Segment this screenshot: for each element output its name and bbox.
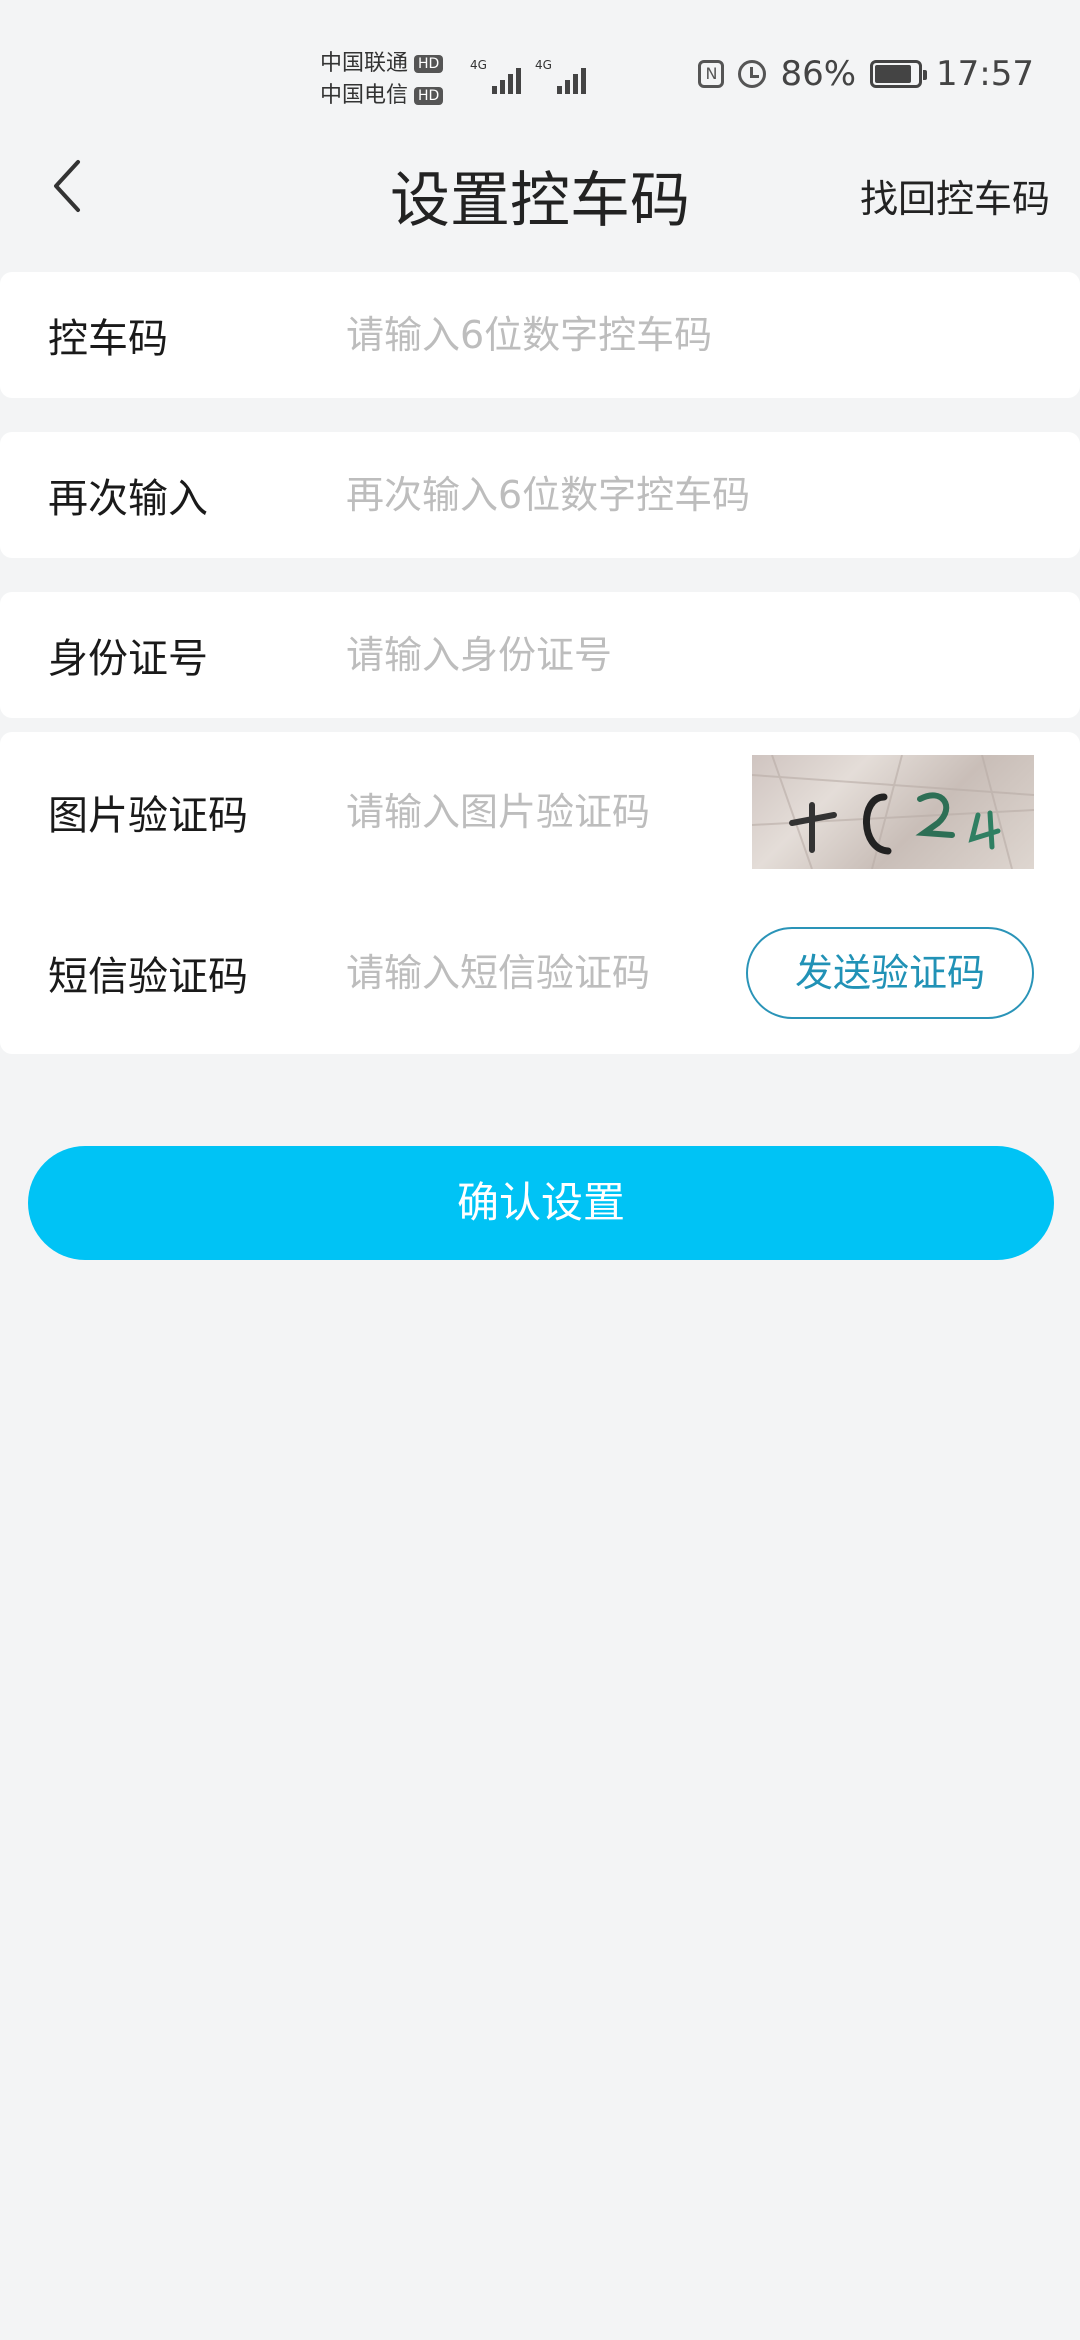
carrier-2-name: 中国电信	[320, 83, 409, 108]
form-row-code-confirm: 再次输入	[0, 432, 1080, 558]
signal-indicators: 4G 4G	[470, 58, 586, 94]
code-confirm-label: 再次输入	[48, 476, 208, 522]
header: 设置控车码 找回控车码	[0, 130, 1080, 250]
signal-2-icon: 4G	[535, 58, 586, 94]
carrier-info: 中国联通 HD 中国电信 HD	[320, 48, 444, 112]
code-confirm-input[interactable]	[346, 473, 1036, 517]
network-2-label: 4G	[534, 58, 552, 72]
battery-percent: 86%	[780, 54, 857, 94]
clock: 17:57	[936, 54, 1034, 94]
carrier-1-name: 中国联通	[320, 51, 409, 76]
hd-badge: HD	[414, 87, 444, 105]
code-input[interactable]	[346, 313, 1036, 357]
id-number-label: 身份证号	[48, 636, 208, 682]
captcha-image[interactable]	[752, 755, 1034, 869]
form-row-image-captcha: 图片验证码	[0, 732, 1080, 892]
form-row-code: 控车码	[0, 272, 1080, 398]
battery-icon	[870, 60, 928, 88]
signal-1-icon: 4G	[470, 58, 521, 94]
send-code-button[interactable]: 发送验证码	[746, 927, 1034, 1019]
form-row-sms-code: 短信验证码 发送验证码	[0, 892, 1080, 1054]
image-captcha-input[interactable]	[346, 790, 726, 834]
battery-fill	[875, 65, 912, 83]
id-number-input[interactable]	[346, 633, 1036, 677]
sms-code-input[interactable]	[346, 951, 726, 995]
confirm-button[interactable]: 确认设置	[28, 1146, 1054, 1260]
status-right: N 86% 17:57	[698, 54, 1034, 94]
network-1-label: 4G	[470, 58, 487, 72]
nfc-icon: N	[698, 60, 725, 88]
status-bar: 中国联通 HD 中国电信 HD 4G 4G N 86% 17:57	[0, 0, 1080, 130]
code-label: 控车码	[48, 316, 168, 362]
recover-code-link[interactable]: 找回控车码	[860, 168, 1050, 223]
alarm-icon	[738, 60, 767, 88]
hd-badge: HD	[414, 55, 444, 73]
form-row-id-number: 身份证号	[0, 592, 1080, 718]
image-captcha-label: 图片验证码	[48, 793, 248, 839]
sms-code-label: 短信验证码	[48, 954, 248, 1000]
